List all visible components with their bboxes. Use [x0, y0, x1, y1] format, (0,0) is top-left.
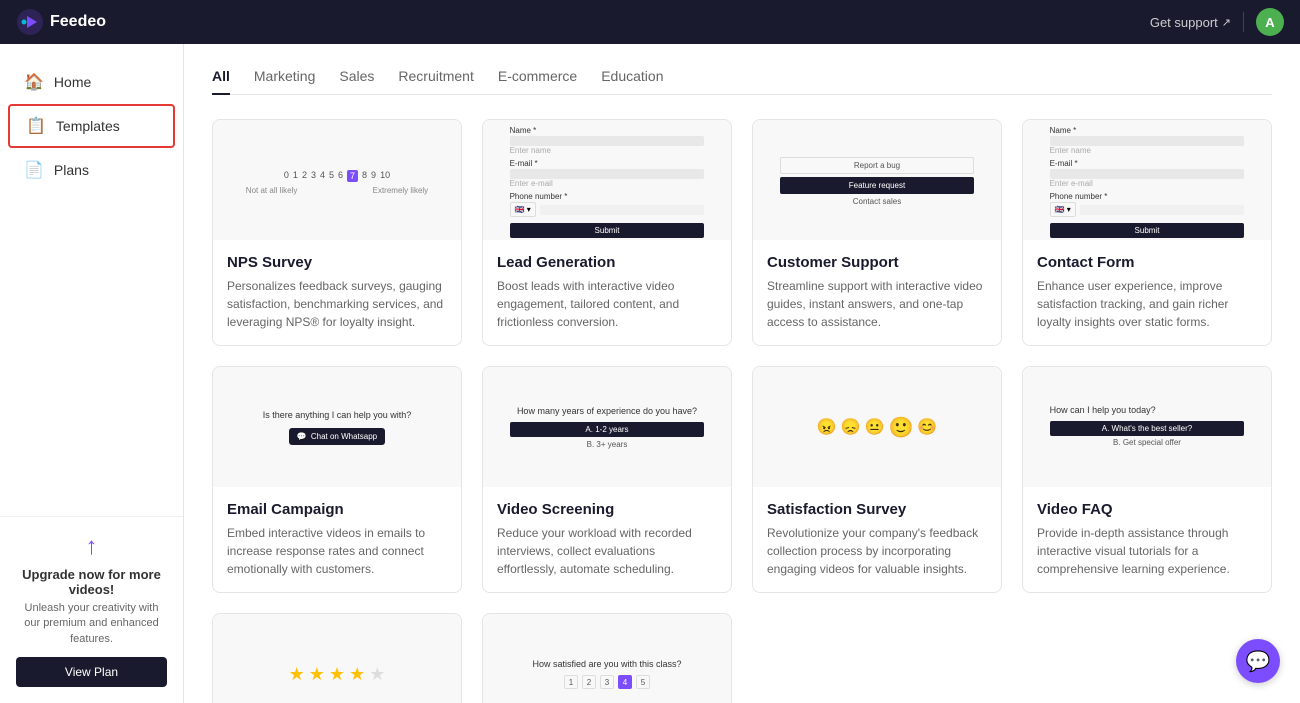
template-desc-contact: Enhance user experience, improve satisfa…: [1037, 277, 1257, 331]
tab-ecommerce[interactable]: E-commerce: [498, 68, 577, 94]
star-5: ★: [369, 664, 385, 685]
get-support-label: Get support: [1150, 15, 1218, 30]
template-thumb-lead: Name * Enter name E-mail * Enter e-mail …: [483, 120, 731, 240]
template-card-video-screening[interactable]: How many years of experience do you have…: [482, 366, 732, 593]
navbar-right: Get support ↗ A: [1150, 8, 1284, 36]
sidebar-item-templates[interactable]: 📋 Templates: [8, 104, 175, 148]
template-thumb-video-screening: How many years of experience do you have…: [483, 367, 731, 487]
sidebar-nav: 🏠 Home 📋 Templates 📄 Plans: [0, 44, 183, 516]
star-2: ★: [309, 664, 325, 685]
template-card-nps[interactable]: 012345678910 Not at all likelyExtremely …: [212, 119, 462, 346]
avatar[interactable]: A: [1256, 8, 1284, 36]
star-3: ★: [329, 664, 345, 685]
get-support-button[interactable]: Get support ↗: [1150, 15, 1231, 30]
template-title-email: Email Campaign: [227, 501, 447, 518]
template-thumb-support: Report a bug Feature request Contact sal…: [753, 120, 1001, 240]
template-title-support: Customer Support: [767, 254, 987, 271]
navbar-left: Feedeo: [16, 8, 106, 36]
template-card-email[interactable]: Is there anything I can help you with? 💬…: [212, 366, 462, 593]
sidebar: 🏠 Home 📋 Templates 📄 Plans ↑ Upgrade now…: [0, 44, 184, 703]
home-icon: 🏠: [24, 72, 44, 92]
view-plan-button[interactable]: View Plan: [16, 657, 167, 687]
sidebar-home-label: Home: [54, 74, 91, 90]
template-thumb-email: Is there anything I can help you with? 💬…: [213, 367, 461, 487]
feedeo-logo-icon: [16, 8, 44, 36]
sidebar-item-plans[interactable]: 📄 Plans: [8, 150, 175, 190]
category-tabs: All Marketing Sales Recruitment E-commer…: [212, 68, 1272, 95]
template-card-lead[interactable]: Name * Enter name E-mail * Enter e-mail …: [482, 119, 732, 346]
templates-icon: 📋: [26, 116, 46, 136]
emoji-1: 😠: [817, 417, 837, 437]
template-thumb-nps: 012345678910 Not at all likelyExtremely …: [213, 120, 461, 240]
template-thumb-stars: ★ ★ ★ ★ ★: [213, 614, 461, 703]
template-thumb-contact: Name * Enter name E-mail * Enter e-mail …: [1023, 120, 1271, 240]
template-title-video-screening: Video Screening: [497, 501, 717, 518]
emoji-5: 😊: [917, 417, 937, 437]
template-card-support[interactable]: Report a bug Feature request Contact sal…: [752, 119, 1002, 346]
template-info-video-screening: Video Screening Reduce your workload wit…: [483, 487, 731, 592]
external-link-icon: ↗: [1222, 16, 1231, 29]
num-5: 5: [636, 675, 650, 689]
navbar-divider: [1243, 12, 1244, 32]
template-title-contact: Contact Form: [1037, 254, 1257, 271]
num-2: 2: [582, 675, 596, 689]
brand-name: Feedeo: [50, 13, 106, 31]
template-info-satisfaction: Satisfaction Survey Revolutionize your c…: [753, 487, 1001, 592]
emoji-4: 🙂: [888, 415, 913, 440]
tab-recruitment[interactable]: Recruitment: [398, 68, 473, 94]
template-info-contact: Contact Form Enhance user experience, im…: [1023, 240, 1271, 345]
template-info-faq: Video FAQ Provide in-depth assistance th…: [1023, 487, 1271, 592]
plans-icon: 📄: [24, 160, 44, 180]
template-thumb-faq: How can I help you today? A. What's the …: [1023, 367, 1271, 487]
upgrade-icon: ↑: [16, 533, 167, 561]
chat-icon: 💬: [1246, 649, 1271, 674]
template-title-nps: NPS Survey: [227, 254, 447, 271]
template-card-class[interactable]: How satisfied are you with this class? 1…: [482, 613, 732, 703]
navbar-logo: Feedeo: [16, 8, 106, 36]
template-info-email: Email Campaign Embed interactive videos …: [213, 487, 461, 592]
emoji-3: 😐: [865, 417, 885, 437]
emoji-2: 😞: [841, 417, 861, 437]
num-4: 4: [618, 675, 632, 689]
template-card-contact[interactable]: Name * Enter name E-mail * Enter e-mail …: [1022, 119, 1272, 346]
navbar: Feedeo Get support ↗ A: [0, 0, 1300, 44]
sidebar-upgrade-section: ↑ Upgrade now for more videos! Unleash y…: [0, 516, 183, 703]
upgrade-description: Unleash your creativity with our premium…: [16, 601, 167, 647]
template-info-nps: NPS Survey Personalizes feedback surveys…: [213, 240, 461, 345]
upgrade-title: Upgrade now for more videos!: [16, 567, 167, 597]
template-thumb-class: How satisfied are you with this class? 1…: [483, 614, 731, 703]
sidebar-item-home[interactable]: 🏠 Home: [8, 62, 175, 102]
template-title-satisfaction: Satisfaction Survey: [767, 501, 987, 518]
template-info-support: Customer Support Streamline support with…: [753, 240, 1001, 345]
template-title-lead: Lead Generation: [497, 254, 717, 271]
template-card-stars[interactable]: ★ ★ ★ ★ ★: [212, 613, 462, 703]
template-desc-video-screening: Reduce your workload with recorded inter…: [497, 524, 717, 578]
main-layout: 🏠 Home 📋 Templates 📄 Plans ↑ Upgrade now…: [0, 44, 1300, 703]
main-content: All Marketing Sales Recruitment E-commer…: [184, 44, 1300, 703]
template-title-faq: Video FAQ: [1037, 501, 1257, 518]
star-1: ★: [289, 664, 305, 685]
template-desc-lead: Boost leads with interactive video engag…: [497, 277, 717, 331]
template-desc-nps: Personalizes feedback surveys, gauging s…: [227, 277, 447, 331]
template-desc-email: Embed interactive videos in emails to in…: [227, 524, 447, 578]
tab-marketing[interactable]: Marketing: [254, 68, 315, 94]
template-desc-faq: Provide in-depth assistance through inte…: [1037, 524, 1257, 578]
tab-sales[interactable]: Sales: [339, 68, 374, 94]
sidebar-plans-label: Plans: [54, 162, 89, 178]
num-1: 1: [564, 675, 578, 689]
template-grid: 012345678910 Not at all likelyExtremely …: [212, 119, 1272, 703]
num-3: 3: [600, 675, 614, 689]
sidebar-templates-label: Templates: [56, 118, 120, 134]
template-card-satisfaction[interactable]: 😠 😞 😐 🙂 😊 Satisfaction Survey Revolution…: [752, 366, 1002, 593]
tab-all[interactable]: All: [212, 68, 230, 94]
template-desc-satisfaction: Revolutionize your company's feedback co…: [767, 524, 987, 578]
template-thumb-satisfaction: 😠 😞 😐 🙂 😊: [753, 367, 1001, 487]
template-info-lead: Lead Generation Boost leads with interac…: [483, 240, 731, 345]
template-desc-support: Streamline support with interactive vide…: [767, 277, 987, 331]
star-4: ★: [349, 664, 365, 685]
tab-education[interactable]: Education: [601, 68, 663, 94]
template-card-faq[interactable]: How can I help you today? A. What's the …: [1022, 366, 1272, 593]
chat-support-button[interactable]: 💬: [1236, 639, 1280, 683]
